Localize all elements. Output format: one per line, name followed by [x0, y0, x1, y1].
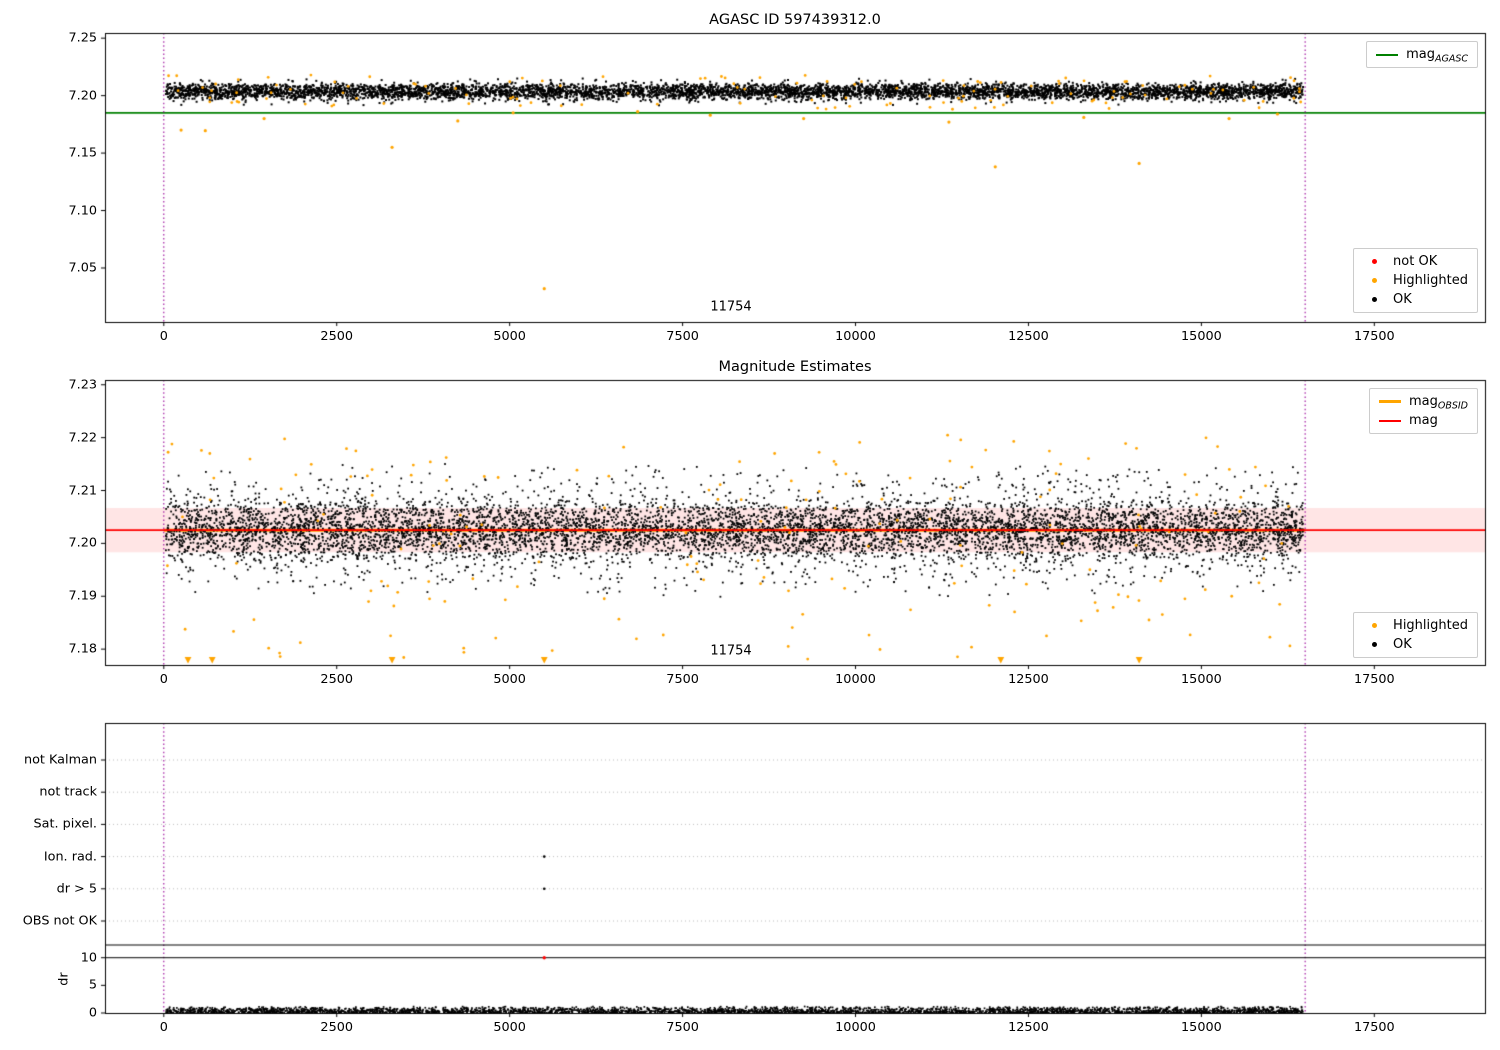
plot1-ytick-2: 7.15 [68, 145, 98, 161]
plot3-dr-ytick-0: 0 [88, 1005, 97, 1021]
plot3-xtick-5: 12500 [1008, 1020, 1049, 1035]
plot2-xtick-5: 12500 [1008, 672, 1049, 687]
legend-line-marker [1378, 419, 1401, 422]
plot1-ytick-4: 7.25 [68, 30, 98, 46]
plot3-dr-ytick-2: 10 [80, 950, 97, 966]
figure: 0 2500 5000 7500 10000 12500 15000 17500 7.05 7.1… [0, 0, 1500, 1050]
legend-1-entry-0: not OK [1363, 254, 1468, 269]
plot2-xtick-1: 2500 [320, 672, 354, 687]
plot3-xtick-6: 15000 [1181, 1020, 1222, 1035]
plot3-flag-label-5: OBS not OK [22, 913, 97, 929]
legend-label: Highlighted [1393, 618, 1468, 633]
plot1-ytick-1: 7.10 [68, 203, 98, 219]
plot2-ytick-4: 7.22 [68, 430, 98, 446]
plot2-title: Magnitude Estimates [718, 359, 872, 375]
legend-dot-marker [1363, 278, 1385, 283]
plot1-xtick-3: 7500 [666, 329, 699, 344]
plot1-xtick-2: 5000 [493, 329, 526, 344]
plot3-flag-label-2: Sat. pixel. [33, 816, 97, 832]
plot3-flag-label-4: dr > 5 [56, 881, 97, 897]
legend-2-entry-0: magOBSID [1378, 394, 1468, 412]
plot2-ytick-2: 7.20 [68, 535, 98, 551]
legend-line-marker [1378, 400, 1401, 403]
plot2-xtick-0: 0 [159, 672, 168, 687]
legend-1-entry-1: Highlighted [1363, 273, 1468, 288]
legend-3-entry-1: OK [1363, 637, 1468, 652]
plot2-xtick-2: 5000 [493, 672, 526, 687]
plot1-obsid-annotation: 11754 [710, 299, 752, 315]
plot2-xtick-3: 7500 [666, 672, 699, 687]
legend-2-entry-1: mag [1378, 413, 1468, 428]
legend-label: magOBSID [1408, 394, 1468, 412]
plot3-flag-label-1: not track [39, 784, 97, 800]
plot2-ytick-0: 7.18 [68, 641, 98, 657]
plot1-ytick-0: 7.05 [68, 260, 98, 276]
legend-3-entry-0: Highlighted [1363, 618, 1468, 633]
plot3-xtick-4: 10000 [835, 1020, 876, 1035]
legend-0: magAGASC [1366, 41, 1478, 68]
plot2-xtick-4: 10000 [835, 672, 876, 687]
plot1-xtick-0: 0 [159, 329, 168, 344]
legend-label: mag [1408, 413, 1438, 428]
plots-canvas [0, 0, 1500, 1050]
legend-1: not OK Highlighted OK [1353, 248, 1478, 313]
plot2-ytick-3: 7.21 [68, 483, 98, 498]
plot3-xtick-2: 5000 [493, 1020, 526, 1035]
plot2-xtick-6: 15000 [1181, 672, 1222, 687]
legend-dot-marker [1363, 623, 1385, 628]
legend-1-entry-2: OK [1363, 292, 1468, 307]
plot3-dr-ylabel: dr [56, 972, 72, 986]
legend-label: not OK [1393, 254, 1438, 269]
plot3-xtick-1: 2500 [320, 1020, 354, 1035]
plot1-xtick-6: 15000 [1181, 329, 1222, 344]
legend-dot-marker [1363, 259, 1385, 264]
plot3-xtick-7: 17500 [1353, 1020, 1395, 1035]
plot3-dr-ytick-1: 5 [88, 977, 97, 993]
plot1-ytick-3: 7.20 [68, 88, 98, 104]
legend-2: magOBSID mag [1368, 388, 1478, 434]
plot3-flag-label-0: not Kalman [23, 752, 97, 768]
plot2-obsid-annotation: 11754 [710, 643, 752, 659]
legend-label: magAGASC [1406, 47, 1468, 65]
legend-label: OK [1393, 292, 1412, 307]
plot1-xtick-4: 10000 [835, 329, 876, 344]
plot1-xtick-1: 2500 [320, 329, 354, 344]
legend-label: OK [1393, 637, 1412, 652]
plot2-xtick-7: 17500 [1353, 672, 1395, 687]
plot2-ytick-1: 7.19 [68, 588, 98, 604]
plot1-title: AGASC ID 597439312.0 [709, 12, 881, 28]
plot2-ytick-5: 7.23 [68, 377, 98, 393]
plot3-xtick-0: 0 [159, 1020, 168, 1035]
plot3-flag-label-3: Ion. rad. [43, 849, 97, 865]
legend-line-marker [1376, 53, 1399, 56]
plot3-xtick-3: 7500 [666, 1020, 699, 1035]
legend-0-entry-0: magAGASC [1376, 47, 1468, 65]
legend-dot-marker [1363, 297, 1385, 302]
legend-label: Highlighted [1393, 273, 1468, 288]
legend-dot-marker [1363, 642, 1385, 647]
plot1-xtick-5: 12500 [1008, 329, 1049, 344]
legend-3: Highlighted OK [1353, 612, 1478, 658]
plot1-xtick-7: 17500 [1353, 329, 1395, 344]
